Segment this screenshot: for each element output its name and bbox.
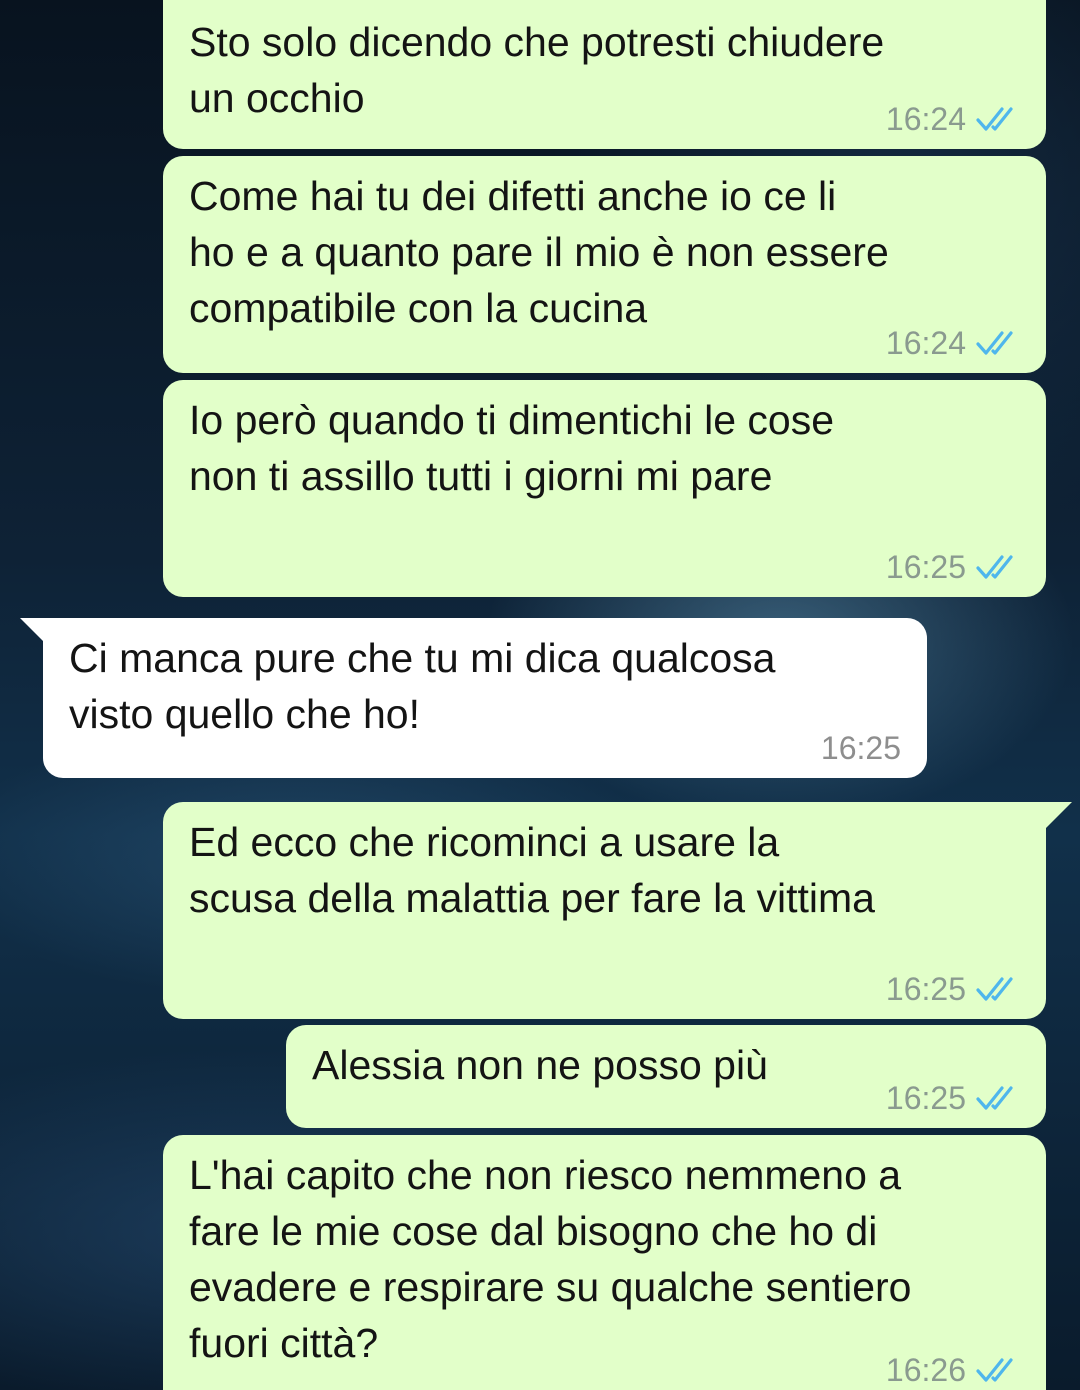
bubble-tail: [1046, 802, 1072, 828]
message-meta: 16:25: [886, 1078, 1020, 1118]
message-meta: 16:25: [886, 969, 1020, 1009]
message-text: Io però quando ti dimentichi le cose non…: [189, 397, 835, 499]
message-meta: 16:24: [886, 323, 1020, 363]
message-bubble-outgoing[interactable]: Alessia non ne posso più 16:25: [286, 1025, 1046, 1128]
message-time: 16:25: [820, 730, 901, 766]
message-time: 16:25: [885, 1080, 966, 1116]
message-meta: 16:25: [886, 547, 1020, 587]
message-text: Come hai tu dei difetti anche io ce li h…: [189, 173, 889, 331]
message-meta: 16:24: [886, 99, 1020, 139]
read-ticks-icon: [976, 107, 1013, 131]
read-ticks-icon: [976, 555, 1013, 579]
message-time: 16:24: [885, 101, 966, 137]
message-text: Ci manca pure che tu mi dica qualcosa vi…: [69, 635, 776, 737]
message-bubble-incoming[interactable]: Ci manca pure che tu mi dica qualcosa vi…: [43, 618, 927, 778]
message-bubble-outgoing[interactable]: L'hai capito che non riesco nemmeno a fa…: [163, 1135, 1046, 1390]
read-ticks-icon: [976, 977, 1013, 1001]
message-time: 16:25: [885, 549, 966, 585]
read-ticks-icon: [976, 1358, 1013, 1382]
read-ticks-icon: [976, 331, 1013, 355]
read-ticks-icon: [976, 1086, 1013, 1110]
message-meta: 16:25: [821, 728, 901, 768]
message-text: L'hai capito che non riesco nemmeno a fa…: [189, 1152, 912, 1366]
message-bubble-outgoing[interactable]: Come hai tu dei difetti anche io ce li h…: [163, 156, 1046, 373]
message-bubble-outgoing[interactable]: Ed ecco che ricominci a usare la scusa d…: [163, 802, 1046, 1019]
message-time: 16:25: [885, 971, 966, 1007]
message-time: 16:24: [885, 325, 966, 361]
message-text: Ed ecco che ricominci a usare la scusa d…: [189, 819, 875, 921]
message-time: 16:26: [885, 1352, 966, 1388]
message-bubble-outgoing[interactable]: Io però quando ti dimentichi le cose non…: [163, 380, 1046, 597]
message-meta: 16:26: [886, 1350, 1020, 1390]
message-bubble-outgoing[interactable]: Sto solo dicendo che potresti chiudere u…: [163, 0, 1046, 149]
